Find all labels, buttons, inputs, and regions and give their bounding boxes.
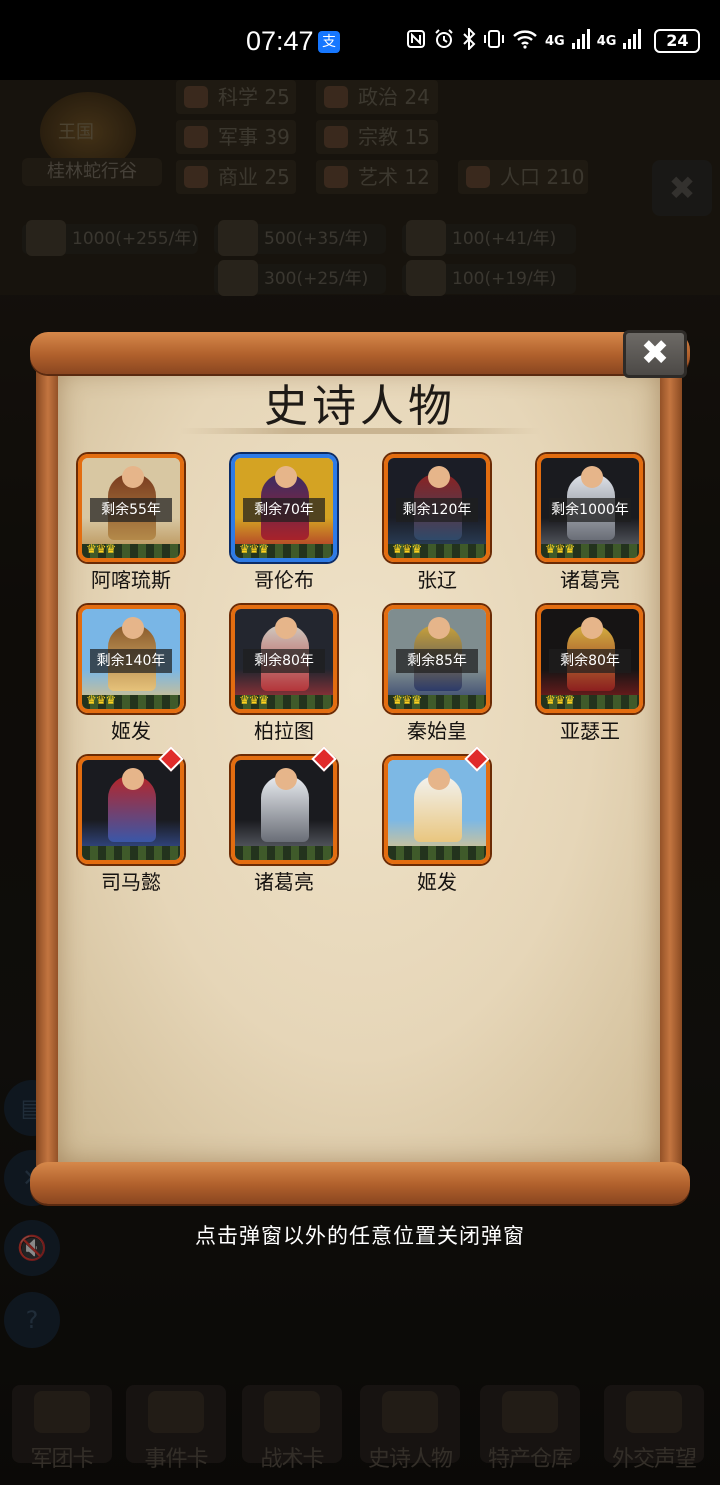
- network-4g-1: 4G: [545, 33, 565, 49]
- scroll-rod-top: [30, 332, 690, 374]
- status-icons: 4G 4G 24: [406, 26, 701, 56]
- character-head: [428, 466, 450, 488]
- character-name: 张辽: [417, 568, 457, 592]
- character-head: [122, 617, 144, 639]
- scroll-rod-bottom: [30, 1162, 690, 1204]
- crown-icon: ♛♛♛: [86, 542, 116, 556]
- crown-icon: ♛♛♛: [86, 693, 116, 707]
- character-name: 阿喀琉斯: [91, 568, 171, 592]
- character-name: 姬发: [417, 870, 457, 894]
- character-portrait: ♛♛♛ 剩余140年: [78, 605, 184, 713]
- signal-icon: [623, 28, 642, 54]
- character-card[interactable]: ♛♛♛ 剩余1000年 诸葛亮: [537, 454, 691, 604]
- character-card[interactable]: 姬发: [384, 746, 538, 906]
- wifi-icon: [512, 29, 538, 54]
- crown-icon: ♛♛♛: [545, 542, 575, 556]
- remaining-years: 剩余85年: [396, 649, 478, 673]
- character-head: [275, 466, 297, 488]
- character-head: [275, 617, 297, 639]
- crown-icon: ♛♛♛: [392, 693, 422, 707]
- portrait-grass: [235, 846, 333, 860]
- close-hint: 点击弹窗以外的任意位置关闭弹窗: [195, 1224, 525, 1248]
- character-head: [428, 617, 450, 639]
- character-name: 诸葛亮: [254, 870, 314, 894]
- status-time: 07:47: [246, 26, 314, 56]
- network-4g-2: 4G: [596, 33, 617, 49]
- character-name: 亚瑟王: [560, 719, 620, 743]
- character-name: 姬发: [111, 719, 151, 743]
- scroll-rail-left: [36, 364, 60, 1166]
- status-bar: 07:47 支 4G 4G 24: [0, 0, 720, 80]
- signal-icon: [571, 28, 590, 54]
- character-portrait: ♛♛♛ 剩余55年: [78, 454, 184, 562]
- character-head: [275, 768, 297, 790]
- remaining-years: 剩余120年: [396, 498, 478, 522]
- close-button[interactable]: ✖: [623, 330, 687, 378]
- remaining-years: 剩余55年: [90, 498, 172, 522]
- alarm-icon: [433, 28, 455, 55]
- character-head: [122, 768, 144, 790]
- character-portrait: [78, 756, 184, 864]
- character-portrait: [231, 756, 337, 864]
- crown-icon: ♛♛♛: [392, 542, 422, 556]
- remaining-years: 剩余80年: [243, 649, 325, 673]
- character-portrait: ♛♛♛ 剩余1000年: [537, 454, 643, 562]
- character-portrait: ♛♛♛ 剩余70年: [231, 454, 337, 562]
- bluetooth-icon: [462, 26, 476, 55]
- character-grid: ♛♛♛ 剩余55年阿喀琉斯 ♛♛♛ 剩余70年哥伦布 ♛♛♛ 剩余120年 张辽 ♛♛♛ 剩余1…: [78, 454, 658, 904]
- title-divider: [180, 428, 540, 434]
- character-name: 哥伦布: [254, 568, 314, 592]
- crown-icon: ♛♛♛: [239, 542, 269, 556]
- character-name: 柏拉图: [254, 719, 314, 743]
- battery-indicator: 24: [654, 29, 701, 53]
- vibrate-icon: [483, 28, 505, 55]
- character-portrait: ♛♛♛ 剩余80年: [231, 605, 337, 713]
- remaining-years: 剩余140年: [90, 649, 172, 673]
- epic-characters-dialog: 史诗人物 ✖ ♛♛♛ 剩余55年阿喀琉斯 ♛♛♛ 剩余70年哥伦布 ♛♛♛ 剩余120年张…: [30, 328, 690, 1208]
- dialog-title: 史诗人物: [264, 381, 456, 432]
- character-name: 诸葛亮: [560, 568, 620, 592]
- character-head: [428, 768, 450, 790]
- character-portrait: ♛♛♛ 剩余85年: [384, 605, 490, 713]
- character-head: [122, 466, 144, 488]
- character-head: [581, 617, 603, 639]
- character-card[interactable]: ♛♛♛ 剩余80年亚瑟王: [537, 605, 691, 755]
- remaining-years: 剩余70年: [243, 498, 325, 522]
- portrait-grass: [82, 846, 180, 860]
- character-head: [581, 466, 603, 488]
- crown-icon: ♛♛♛: [545, 693, 575, 707]
- remaining-years: 剩余1000年: [549, 498, 631, 522]
- character-portrait: ♛♛♛ 剩余80年: [537, 605, 643, 713]
- character-portrait: ♛♛♛ 剩余120年: [384, 454, 490, 562]
- character-portrait: [384, 756, 490, 864]
- character-name: 司马懿: [101, 870, 161, 894]
- character-name: 秦始皇: [407, 719, 467, 743]
- nfc-icon: [406, 29, 426, 54]
- remaining-years: 剩余80年: [549, 649, 631, 673]
- portrait-grass: [388, 846, 486, 860]
- alipay-icon: 支: [318, 31, 340, 53]
- crown-icon: ♛♛♛: [239, 693, 269, 707]
